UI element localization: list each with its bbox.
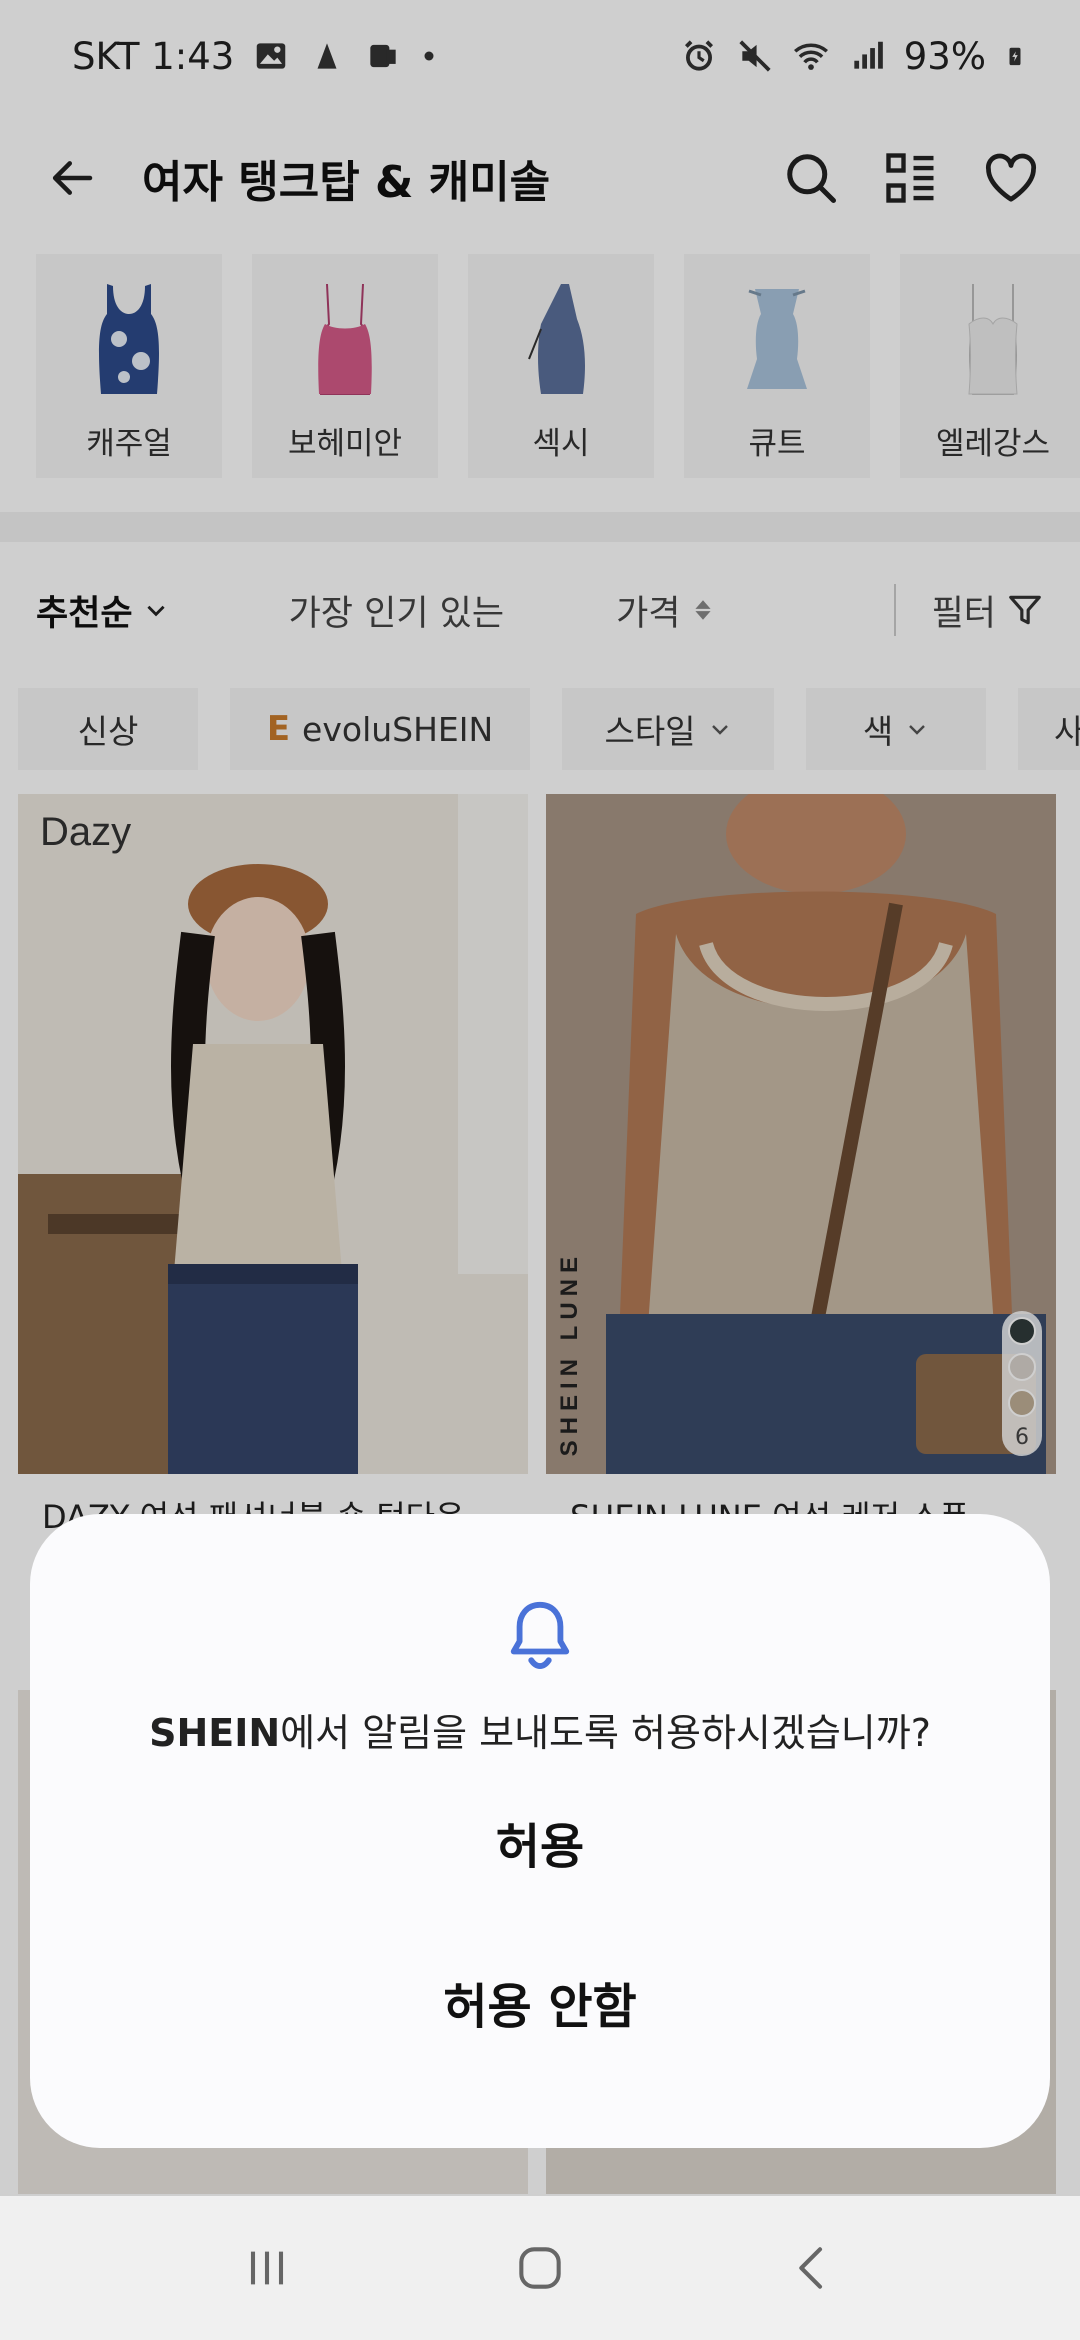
notification-permission-dialog: SHEIN에서 알림을 보내도록 허용하시겠습니까? 허용 허용 안함 [30,1514,1050,2148]
allow-button[interactable]: 허용 [436,1787,644,1897]
dialog-message: SHEIN에서 알림을 보내도록 허용하시겠습니까? [149,1702,931,1757]
bell-icon [510,1601,570,1670]
home-icon[interactable] [490,2218,590,2318]
dialog-message-text: 에서 알림을 보내도록 허용하시겠습니까? [280,1711,931,1755]
system-nav-bar [0,2196,1080,2340]
deny-button[interactable]: 허용 안함 [383,1947,696,2057]
back-icon[interactable] [763,2218,863,2318]
dialog-app-name: SHEIN [149,1711,281,1755]
recent-apps-icon[interactable] [217,2218,317,2318]
